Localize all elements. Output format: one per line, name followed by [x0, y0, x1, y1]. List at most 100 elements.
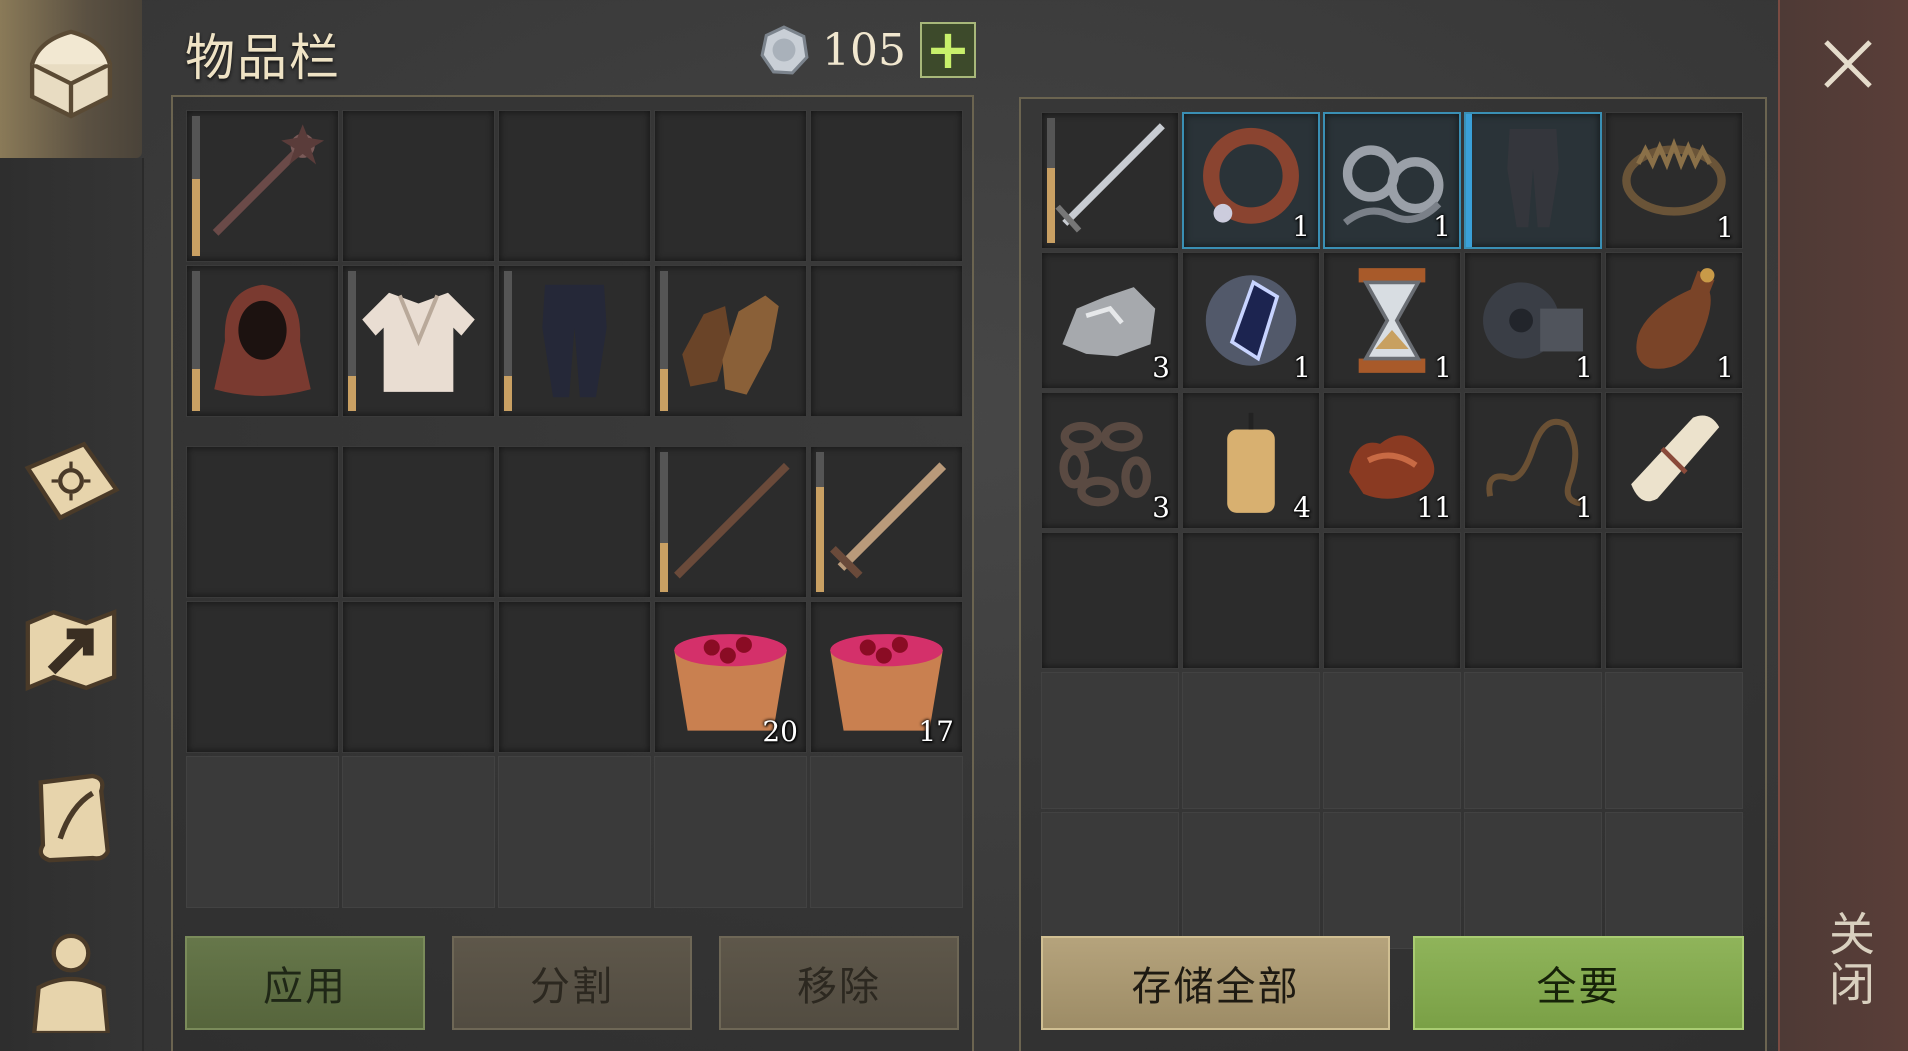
item-quantity: 1 [1575, 351, 1593, 384]
locked-slot [1605, 812, 1743, 949]
character-icon[interactable] [12, 920, 130, 1038]
locked-slot [1041, 672, 1179, 809]
equipment-item-slot[interactable] [342, 265, 495, 417]
pants-icon [507, 274, 642, 408]
close-strip[interactable] [1778, 0, 1908, 1051]
item-quantity: 1 [1716, 351, 1734, 384]
container-item-slot[interactable] [1464, 112, 1602, 249]
equipment-empty-slot[interactable] [498, 110, 651, 262]
locked-slot [1041, 812, 1179, 949]
locked-slot [1323, 812, 1461, 949]
bag-item-slot[interactable] [654, 446, 807, 598]
container-grid: 1 1 1 3 1 1 1 1 3 4 11 1 [1041, 112, 1743, 949]
locked-slot [498, 756, 651, 908]
locked-slot [1464, 672, 1602, 809]
remove-button[interactable]: 移除 [719, 936, 959, 1030]
scroll-quill-icon[interactable] [12, 758, 130, 876]
item-quantity: 1 [1433, 210, 1451, 243]
container-item-slot[interactable]: 1 [1182, 252, 1320, 389]
bag-empty-slot[interactable] [342, 446, 495, 598]
container-item-slot[interactable] [1605, 392, 1743, 529]
add-currency-button[interactable]: + [919, 22, 976, 78]
shirt-icon [351, 274, 486, 408]
container-empty-slot[interactable] [1182, 532, 1320, 669]
locked-slot [810, 756, 963, 908]
equipment-empty-slot[interactable] [810, 265, 963, 417]
container-item-slot[interactable] [1041, 112, 1179, 249]
map-arrow-icon[interactable] [12, 590, 130, 708]
bag-item-slot[interactable]: 17 [810, 601, 963, 753]
hood-icon [195, 274, 330, 408]
staff-icon [663, 455, 798, 589]
locked-slot [654, 756, 807, 908]
bag-grid: 20 17 [186, 446, 963, 908]
equipment-empty-slot[interactable] [810, 110, 963, 262]
container-item-slot[interactable]: 1 [1182, 112, 1320, 249]
close-icon[interactable] [1820, 36, 1876, 92]
bag-empty-slot[interactable] [186, 446, 339, 598]
apply-button[interactable]: 应用 [185, 936, 425, 1030]
bag-item-slot[interactable] [810, 446, 963, 598]
locked-slot [186, 756, 339, 908]
container-item-slot[interactable]: 1 [1464, 392, 1602, 529]
bag-empty-slot[interactable] [342, 601, 495, 753]
silver-coin-icon [760, 25, 809, 75]
item-quantity: 3 [1152, 491, 1170, 524]
container-item-slot[interactable]: 3 [1041, 392, 1179, 529]
split-button[interactable]: 分割 [452, 936, 692, 1030]
container-item-slot[interactable]: 11 [1323, 392, 1461, 529]
item-quantity: 11 [1416, 491, 1452, 524]
locked-slot [1605, 672, 1743, 809]
equipment-item-slot[interactable] [498, 265, 651, 417]
equipment-item-slot[interactable] [186, 110, 339, 262]
locked-slot [342, 756, 495, 908]
locked-slot [1464, 812, 1602, 949]
paper-scroll-icon [1614, 401, 1734, 520]
container-item-slot[interactable]: 1 [1605, 112, 1743, 249]
mace-icon [195, 119, 330, 253]
container-item-slot[interactable]: 1 [1605, 252, 1743, 389]
item-quantity: 1 [1716, 211, 1734, 244]
container-item-slot[interactable]: 1 [1323, 252, 1461, 389]
equipment-empty-slot[interactable] [654, 110, 807, 262]
item-quantity: 17 [918, 715, 954, 748]
container-item-slot[interactable]: 3 [1041, 252, 1179, 389]
currency-display: 105 + [758, 20, 976, 80]
locked-slot [1182, 812, 1320, 949]
item-quantity: 1 [1292, 210, 1310, 243]
item-quantity: 1 [1434, 351, 1452, 384]
container-empty-slot[interactable] [1464, 532, 1602, 669]
container-empty-slot[interactable] [1605, 532, 1743, 669]
currency-amount: 105 [822, 24, 906, 76]
take-all-button[interactable]: 全要 [1413, 936, 1744, 1030]
bag-empty-slot[interactable] [498, 446, 651, 598]
locked-slot [1323, 672, 1461, 809]
chest-icon[interactable] [12, 16, 130, 134]
container-item-slot[interactable]: 4 [1182, 392, 1320, 529]
container-empty-slot[interactable] [1041, 532, 1179, 669]
chain-legs-icon [1474, 122, 1592, 239]
item-quantity: 1 [1293, 351, 1311, 384]
equipment-empty-slot[interactable] [342, 110, 495, 262]
sword-icon [819, 455, 954, 589]
bag-item-slot[interactable]: 20 [654, 601, 807, 753]
longsword-icon [1050, 121, 1170, 240]
equipment-item-slot[interactable] [186, 265, 339, 417]
equipment-item-slot[interactable] [654, 265, 807, 417]
item-quantity: 4 [1293, 491, 1311, 524]
container-item-slot[interactable]: 1 [1323, 112, 1461, 249]
close-label[interactable]: 关闭 [1822, 910, 1882, 1010]
item-quantity: 20 [762, 715, 798, 748]
bag-empty-slot[interactable] [498, 601, 651, 753]
container-empty-slot[interactable] [1323, 532, 1461, 669]
store-all-button[interactable]: 存储全部 [1041, 936, 1390, 1030]
gloves-icon [663, 274, 798, 408]
sun-book-icon[interactable] [12, 422, 130, 540]
bag-empty-slot[interactable] [186, 601, 339, 753]
side-menu [0, 0, 144, 1051]
inventory-title: 物品栏 [185, 29, 341, 87]
container-item-slot[interactable]: 1 [1464, 252, 1602, 389]
equipment-grid [186, 110, 963, 417]
item-quantity: 3 [1152, 351, 1170, 384]
item-quantity: 1 [1575, 491, 1593, 524]
